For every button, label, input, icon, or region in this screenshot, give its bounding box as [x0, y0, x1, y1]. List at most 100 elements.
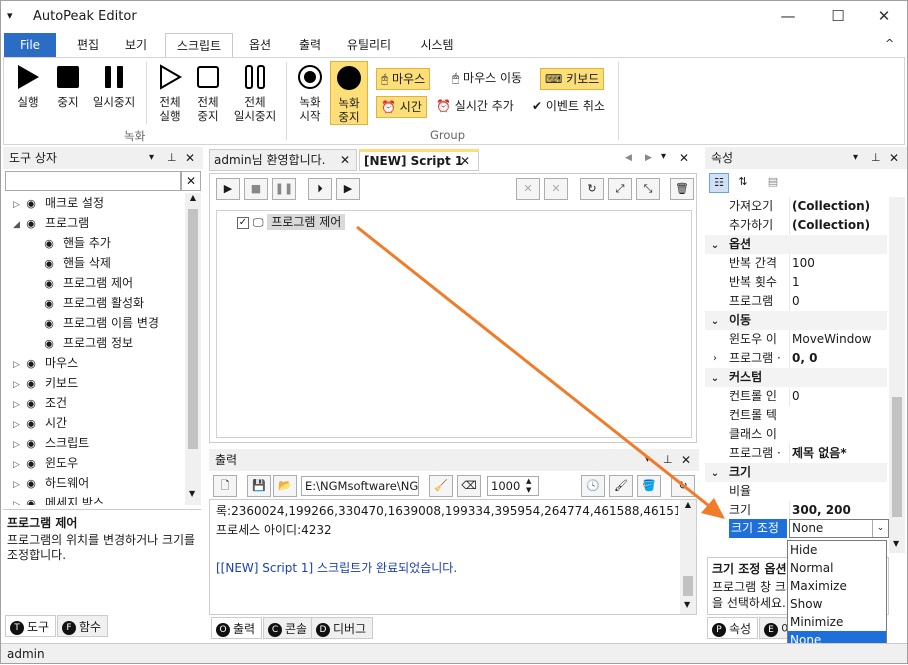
close-panel-icon[interactable]: ✕	[185, 147, 195, 169]
record-time-button[interactable]: ⏰ 시간	[376, 96, 427, 118]
close-panel-icon[interactable]: ✕	[889, 147, 899, 169]
run-button[interactable]: 실행	[10, 64, 46, 109]
pause-button[interactable]: 일시중지	[88, 64, 140, 109]
property-row[interactable]: 비율	[705, 482, 887, 501]
tree-item[interactable]: ◢ ◉ 프로그램	[13, 213, 89, 233]
collapse-icon[interactable]: ⌄	[705, 464, 725, 483]
tab-view[interactable]: 보기	[115, 33, 157, 57]
folder-icon[interactable]: 📂	[273, 475, 297, 497]
property-value[interactable]: MoveWindow	[789, 330, 889, 349]
property-value[interactable]: 300, 200	[789, 501, 889, 520]
property-row[interactable]: 크기 300, 200	[705, 501, 887, 520]
tab-debug[interactable]: D 디버그	[311, 617, 374, 639]
scroll-tabs-left-icon[interactable]: ◀	[625, 153, 632, 163]
dropdown-option[interactable]: Maximize	[788, 577, 886, 595]
run-all-button[interactable]: 전체 실행	[152, 64, 188, 123]
tree-item[interactable]: ▷ ◉ 시간	[13, 413, 67, 433]
property-row[interactable]: 추가하기 (Collection)	[705, 216, 887, 235]
tree-item[interactable]: ▷ ◉ 마우스	[13, 353, 78, 373]
selected-property-name[interactable]: 크기 조정	[729, 519, 787, 538]
tab-output[interactable]: 출력	[289, 33, 331, 57]
categorized-icon[interactable]: ☷	[709, 173, 729, 193]
pin-icon[interactable]: ⊥	[167, 147, 177, 169]
property-value[interactable]: 1	[789, 273, 889, 292]
record-keyboard-button[interactable]: ⌨ 키보드	[540, 68, 605, 90]
dropdown-icon[interactable]: ▾	[853, 147, 858, 169]
clear-disabled-icon[interactable]: ✕	[544, 178, 568, 200]
dropdown-option[interactable]: Show	[788, 595, 886, 613]
trash-icon[interactable]: 🗑	[670, 178, 694, 200]
tab-utility[interactable]: 유틸리티	[337, 33, 401, 57]
run-to-icon[interactable]: ▶	[336, 178, 360, 200]
pause-all-button[interactable]: 전체 일시중지	[228, 64, 282, 123]
app-menu-icon[interactable]: ▾	[7, 9, 13, 22]
tree-item[interactable]: ◉ 프로그램 이름 변경	[31, 313, 159, 333]
collapse-icon[interactable]: ⌄	[705, 312, 725, 331]
close-button[interactable]: ✕	[861, 5, 907, 29]
tree-item[interactable]: ▷ ◉ 윈도우	[13, 453, 78, 473]
property-value[interactable]: 제목 없음*	[789, 444, 889, 463]
tab-options[interactable]: 옵션	[239, 33, 281, 57]
expand-caret-icon[interactable]: ▷	[13, 355, 23, 375]
stop-button[interactable]: 중지	[50, 64, 86, 109]
step-icon[interactable]: ⏵	[308, 178, 332, 200]
property-row[interactable]: 컨트롤 인 0	[705, 387, 887, 406]
tree-item[interactable]: ◉ 프로그램 제어	[31, 273, 133, 293]
delete-disabled-icon[interactable]: ✕	[516, 178, 540, 200]
record-start-button[interactable]: 녹화 시작	[292, 64, 328, 123]
property-row[interactable]: 반복 횟수 1	[705, 273, 887, 292]
refresh-icon[interactable]: ↻	[671, 475, 695, 497]
property-row[interactable]: 컨트롤 텍	[705, 406, 887, 425]
editor-tab-script[interactable]: [NEW] Script 1 ✕	[359, 149, 479, 171]
brush-icon[interactable]: 🖌	[609, 475, 633, 497]
sort-alpha-icon[interactable]: ⇅	[733, 173, 753, 193]
tree-item[interactable]: ▷ ◉ 조건	[13, 393, 67, 413]
record-mouse-move-button[interactable]: 🖱 마우스 이동	[448, 68, 526, 90]
chevron-down-icon[interactable]: ⌄	[872, 520, 888, 537]
tab-output-log[interactable]: O 출력	[211, 617, 263, 639]
output-path-input[interactable]: E:\NGMsoftware\NG	[301, 476, 419, 496]
collapse-icon[interactable]: ⌄	[705, 236, 725, 255]
dropdown-option[interactable]: Hide	[788, 541, 886, 559]
property-value[interactable]: 0	[789, 387, 889, 406]
tree-item[interactable]: ▷ ◉ 메세지 박스	[13, 493, 104, 505]
clock-icon[interactable]: 🕓	[581, 475, 605, 497]
record-stop-button[interactable]: 녹화 중지	[330, 61, 368, 125]
collapse-icon[interactable]: ⤡	[636, 178, 660, 200]
property-category[interactable]: ⌄ 커스텀	[705, 368, 887, 387]
property-row[interactable]: 윈도우 이 MoveWindow	[705, 330, 887, 349]
tree-item[interactable]: ▷ ◉ 스크립트	[13, 433, 89, 453]
scrollbar-thumb[interactable]	[683, 576, 693, 596]
expand-caret-icon[interactable]: ›	[713, 349, 717, 368]
tree-item[interactable]: ◉ 프로그램 활성화	[31, 293, 144, 313]
toolbox-scrollbar[interactable]: ▲ ▼	[185, 193, 201, 505]
collapse-icon[interactable]: ⌄	[705, 369, 725, 388]
property-category[interactable]: ⌄ 이동	[705, 311, 887, 330]
close-tab-icon[interactable]: ✕	[340, 150, 350, 170]
tab-list-icon[interactable]: ▾	[661, 151, 666, 162]
expand-caret-icon[interactable]: ▷	[13, 195, 23, 215]
property-category[interactable]: ⌄ 옵션	[705, 235, 887, 254]
dropdown-option[interactable]: Normal	[788, 559, 886, 577]
interval-stepper[interactable]: 1000 ▲ ▼	[487, 476, 539, 496]
tab-system[interactable]: 시스템	[409, 33, 465, 57]
maximize-button[interactable]: ☐	[815, 5, 861, 29]
tree-item[interactable]: ◉ 핸들 추가	[31, 233, 111, 253]
expand-caret-icon[interactable]: ▷	[13, 495, 23, 505]
play-icon[interactable]: ▶	[216, 178, 240, 200]
property-pages-icon[interactable]: ▤	[763, 173, 783, 193]
toolbox-search-input[interactable]	[5, 171, 181, 191]
dropdown-icon[interactable]: ▾	[149, 147, 154, 169]
tree-item[interactable]: ▷ ◉ 매크로 설정	[13, 193, 104, 213]
property-row[interactable]: 클래스 이	[705, 425, 887, 444]
tab-script[interactable]: 스크립트	[165, 33, 233, 57]
script-node[interactable]: ✓ 🖵 프로그램 제어	[237, 213, 346, 231]
close-panel-icon[interactable]: ✕	[681, 449, 691, 471]
property-category[interactable]: ⌄ 크기	[705, 463, 887, 482]
stop-icon[interactable]: ■	[244, 178, 268, 200]
fill-icon[interactable]: 🪣	[637, 475, 661, 497]
pause-icon[interactable]: ❚❚	[272, 178, 296, 200]
spin-icon[interactable]: ▲ ▼	[526, 477, 531, 495]
expand-caret-icon[interactable]: ▷	[13, 455, 23, 475]
scrollbar-thumb[interactable]	[188, 209, 198, 449]
